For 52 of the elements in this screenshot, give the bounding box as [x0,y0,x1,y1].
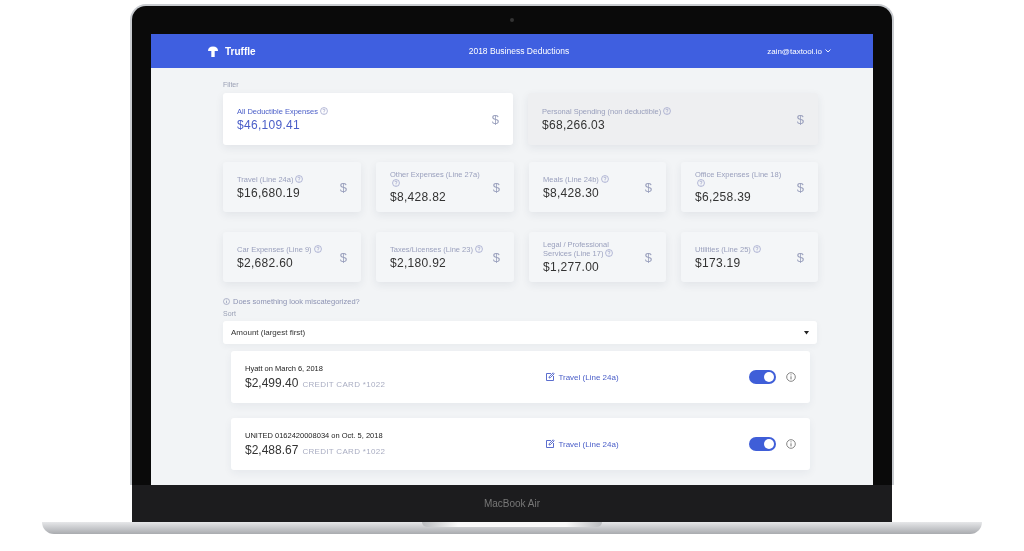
transaction-amount: $2,499.40 [245,376,299,390]
dollar-icon: $ [796,249,804,265]
dollar-icon: $ [492,249,500,265]
help-icon[interactable] [319,106,328,115]
chevron-down-icon [825,49,831,53]
help-icon[interactable] [313,244,322,253]
help-icon[interactable] [663,106,672,115]
help-icon[interactable] [295,174,304,183]
dropdown-arrow-icon [804,330,809,335]
include-toggle[interactable] [749,437,776,451]
sort-dropdown[interactable]: Amount (largest first) [223,321,817,344]
info-icon[interactable] [786,439,796,449]
dollar-icon: $ [796,111,804,127]
info-icon[interactable] [223,298,230,305]
category-link[interactable]: Travel (Line 24a) [545,439,619,449]
card-amount: $46,109.41 [237,117,302,132]
page-title: 2018 Business Deductions [467,46,571,56]
transaction-amount: $2,488.67 [245,443,299,457]
dollar-icon: $ [644,179,652,195]
info-icon[interactable] [786,372,796,382]
card-amount: $2,682.60 [237,255,295,270]
card-amount: $16,680.19 [237,185,302,200]
dollar-icon: $ [492,179,500,195]
card-amount: $173.19 [695,255,742,270]
dollar-icon: $ [644,249,652,265]
category-link[interactable]: Travel (Line 24a) [545,372,619,382]
card-amount: $2,180.92 [390,255,448,270]
help-icon[interactable] [605,249,614,257]
camera-icon [510,18,514,22]
help-icon[interactable] [392,179,400,187]
brand-name[interactable]: Truffle [225,45,256,57]
card-amount: $1,277.00 [543,260,601,274]
account-label: CREDIT CARD *1022 [302,447,386,456]
account-menu[interactable]: zain@taxtool.io [631,46,831,56]
dollar-icon: $ [796,179,804,195]
edit-icon [545,439,556,449]
model-label: MacBook Air [483,498,541,509]
dollar-icon: $ [339,179,347,195]
card-amount: $8,428.82 [390,190,448,204]
help-icon[interactable] [600,174,609,183]
include-toggle[interactable] [749,370,776,384]
help-icon[interactable] [474,244,483,253]
account-label: CREDIT CARD *1022 [302,380,386,389]
card-amount: $6,258.39 [695,190,753,204]
help-icon[interactable] [697,179,705,187]
dollar-icon: $ [339,249,347,265]
card-amount: $68,266.03 [542,117,607,132]
edit-icon [545,372,556,382]
dollar-icon: $ [491,111,499,127]
help-icon[interactable] [752,244,761,253]
mushroom-logo-icon [207,45,219,57]
card-amount: $8,428.30 [543,185,601,200]
